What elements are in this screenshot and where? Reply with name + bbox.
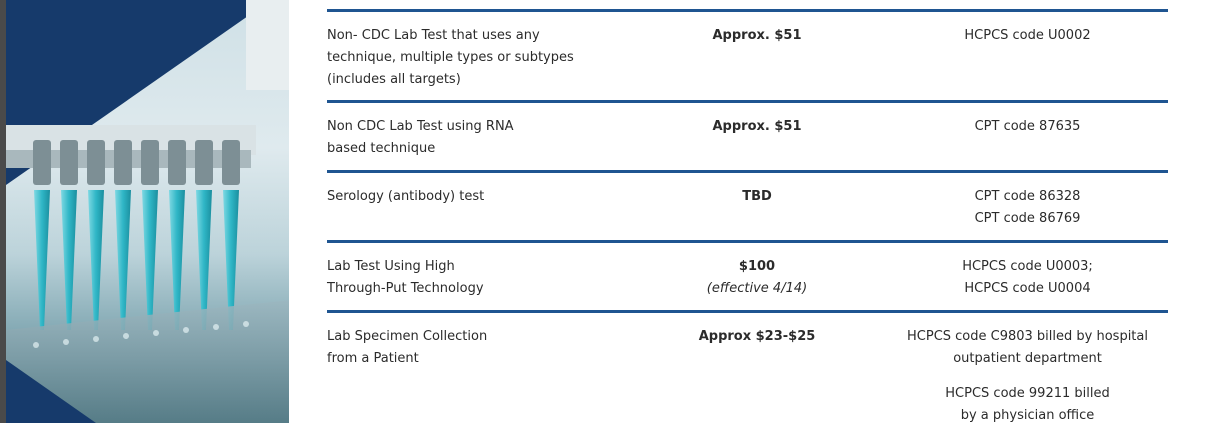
code-cell: HCPCS code U0003; HCPCS code U0004 — [962, 259, 1093, 296]
test-name-cell: Lab Test Using High Through-Put Technolo… — [327, 259, 484, 296]
test-name-cell: Serology (antibody) test — [327, 189, 485, 204]
price-note: (effective 4/14) — [706, 281, 808, 296]
table-row: Serology (antibody) test TBD CPT code 86… — [327, 170, 1168, 240]
test-name-cell: Non- CDC Lab Test that uses any techniqu… — [327, 28, 574, 87]
table-row: Non- CDC Lab Test that uses any techniqu… — [327, 9, 1168, 100]
test-name-cell: Lab Specimen Collection from a Patient — [327, 329, 488, 366]
table-row: Lab Test Using High Through-Put Technolo… — [327, 240, 1168, 310]
test-name-cell: Non CDC Lab Test using RNA based techniq… — [327, 119, 514, 156]
table-row: Non CDC Lab Test using RNA based techniq… — [327, 100, 1168, 170]
price-cell: TBD — [742, 189, 772, 204]
pipette-illustration — [6, 0, 291, 423]
price-cell: Approx. $51 — [712, 28, 802, 43]
code-cell: CPT code 87635 — [974, 119, 1081, 134]
table-row: Lab Specimen Collection from a Patient A… — [327, 310, 1168, 433]
code-cell: HCPCS code U0002 — [964, 28, 1091, 43]
code-cell: HCPCS code C9803 billed by hospital outp… — [907, 329, 1148, 423]
price-cell: $100 (effective 4/14) — [637, 256, 877, 300]
lab-pipette-photo — [6, 0, 291, 423]
pricing-table: Non- CDC Lab Test that uses any techniqu… — [327, 9, 1168, 433]
code-cell: CPT code 86328 CPT code 86769 — [974, 189, 1081, 226]
price-cell: Approx $23-$25 — [698, 329, 816, 344]
price-cell: Approx. $51 — [712, 119, 802, 134]
